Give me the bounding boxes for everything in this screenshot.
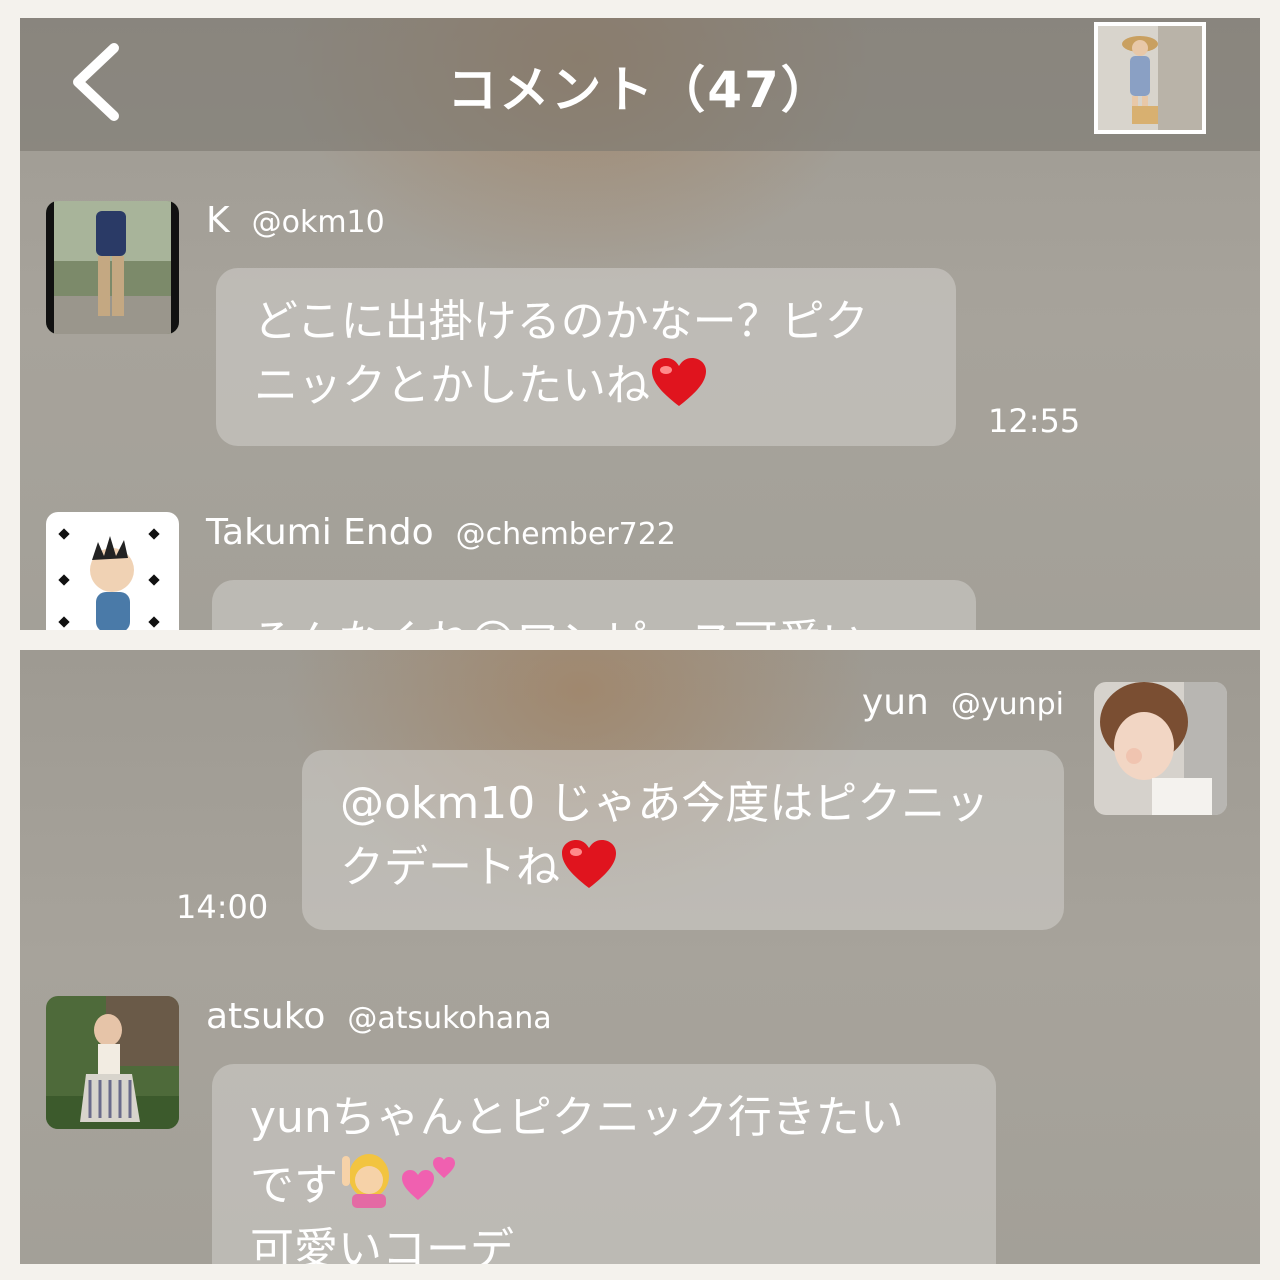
avatar[interactable] (46, 512, 179, 630)
comment-time: 12:55 (988, 402, 1081, 440)
avatar[interactable] (1094, 682, 1227, 815)
avatar[interactable] (46, 996, 179, 1129)
author-name: K (206, 200, 230, 241)
author-handle: @atsukohana (347, 1001, 552, 1036)
author-name: yun (861, 682, 929, 723)
comment-text: です (250, 1160, 338, 1211)
author-handle: @okm10 (251, 205, 385, 240)
author-handle: @chember722 (455, 517, 676, 552)
comment-text: ニックとかしたいね (254, 360, 650, 411)
heart-icon (652, 358, 706, 406)
comment-text-line: yunちゃんとピクニック行きたい (250, 1092, 904, 1143)
author-name: atsuko (206, 996, 326, 1037)
post-thumbnail[interactable] (1094, 22, 1206, 134)
avatar[interactable] (46, 201, 179, 334)
comment-author: atsuko @atsukohana (206, 996, 552, 1037)
two-hearts-icon (402, 1157, 455, 1200)
comment-time: 14:00 (176, 888, 269, 926)
comment-bubble: どこに出掛けるのかなー？ピク ニックとかしたいね (216, 268, 956, 446)
heart-icon (562, 840, 616, 888)
person-raising-hand-icon (342, 1154, 389, 1208)
comment-bubble: @okm10 じゃあ今度はピクニッ クデートね (302, 750, 1064, 930)
comments-screen-bottom: yun @yunpi @okm10 じゃあ今度はピクニッ クデートね 14:00 … (20, 650, 1260, 1264)
comments-screen-top: コメント（47） K @okm10 どこに出掛けるのかなー？ピク ニックとかした… (20, 18, 1260, 630)
comment-text-line-3: 可愛いコーデ (250, 1218, 958, 1264)
comment-author: yun @yunpi (862, 682, 1064, 723)
comment-text-line-2: です (250, 1150, 958, 1218)
comment-text: 可愛いコーデ (250, 1224, 514, 1264)
header-bar: コメント（47） (20, 18, 1260, 151)
comment-author: K @okm10 (206, 200, 385, 241)
author-handle: @yunpi (950, 687, 1064, 722)
comment-text-line: どこに出掛けるのかなー？ピク (254, 296, 869, 347)
author-name: Takumi Endo (206, 512, 434, 553)
comment-text-line-2: ニックとかしたいね (254, 354, 918, 418)
comment-author: Takumi Endo @chember722 (206, 512, 676, 553)
comment-bubble: yunちゃんとピクニック行きたい です 可愛いコーデ (212, 1064, 996, 1264)
comment-text-line: そんなくね😊ワンピース可愛い (250, 610, 938, 630)
comment-text-line-2: クデートね (340, 836, 1026, 900)
comment-bubble: そんなくね😊ワンピース可愛い (212, 580, 976, 630)
comment-text: クデートね (340, 842, 560, 893)
comment-text-line: @okm10 じゃあ今度はピクニッ (340, 778, 990, 829)
page-title: コメント（47） (447, 61, 833, 119)
